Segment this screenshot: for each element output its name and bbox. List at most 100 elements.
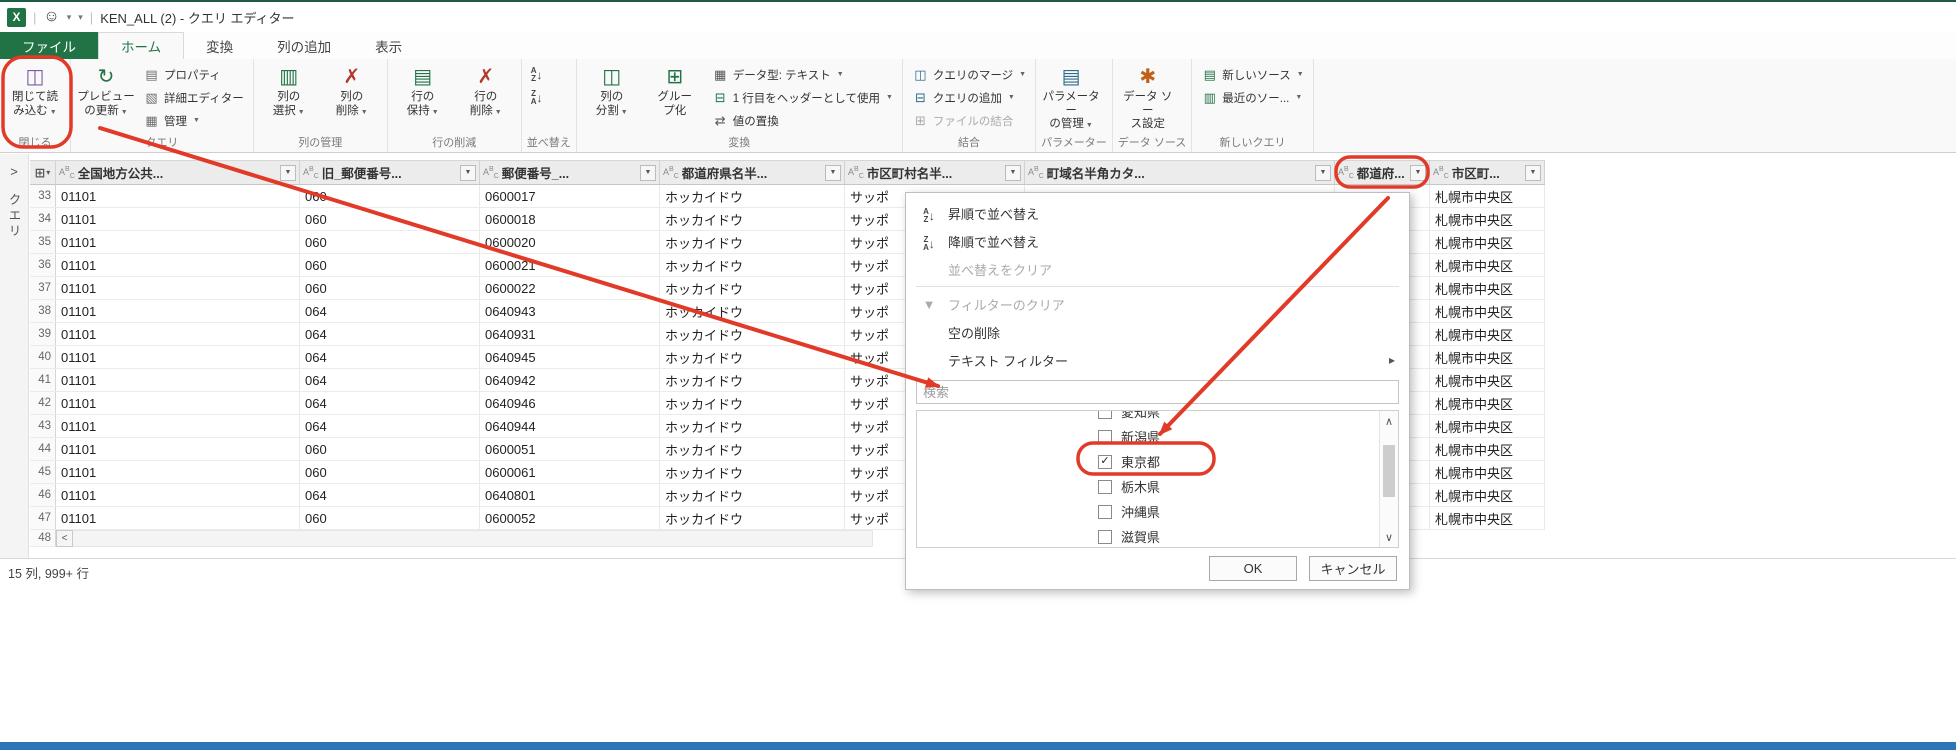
cell[interactable]: 01101 xyxy=(56,438,300,460)
cell[interactable]: 01101 xyxy=(56,277,300,299)
checkbox[interactable] xyxy=(1098,529,1112,544)
cell[interactable]: ホッカイドウ xyxy=(660,185,845,207)
cell[interactable]: 0640944 xyxy=(480,415,660,437)
cell[interactable]: ホッカイドウ xyxy=(660,208,845,230)
column-header-3[interactable]: ABC 郵便番号_... ▼ xyxy=(480,161,660,184)
remove-columns-button[interactable]: ✗ 列の 削除 ▼ xyxy=(322,61,382,119)
cell[interactable]: 01101 xyxy=(56,231,300,253)
manage-button[interactable]: ▦ 管理 ▼ xyxy=(139,109,204,132)
ribbon-tab-3[interactable]: 列の追加 xyxy=(255,32,353,59)
cell[interactable]: ホッカイドウ xyxy=(660,392,845,414)
new-source-button[interactable]: ▤ 新しいソース ▼ xyxy=(1197,63,1307,86)
append-queries-button[interactable]: ⊟ クエリの追加 ▼ xyxy=(908,86,1019,109)
cell[interactable]: ホッカイドウ xyxy=(660,507,845,529)
sort-descending-button[interactable]: Z A ↓ xyxy=(527,86,552,109)
cell[interactable]: 札幌市中央区 xyxy=(1430,323,1545,345)
cell[interactable]: 札幌市中央区 xyxy=(1430,231,1545,253)
expand-pane-icon[interactable]: > xyxy=(10,164,18,179)
cell[interactable]: 0640946 xyxy=(480,392,660,414)
cell[interactable]: 札幌市中央区 xyxy=(1430,300,1545,322)
checkbox[interactable] xyxy=(1098,429,1112,444)
feedback-smile-icon[interactable]: ☺ xyxy=(43,9,59,25)
keep-rows-button[interactable]: ▤ 行の 保持 ▼ xyxy=(393,61,453,119)
cell[interactable]: 060 xyxy=(300,185,480,207)
cell[interactable]: 01101 xyxy=(56,323,300,345)
cell[interactable]: 060 xyxy=(300,254,480,276)
data-source-settings-button[interactable]: ✱ データ ソー ス設定 xyxy=(1118,61,1178,132)
cell[interactable]: 0640801 xyxy=(480,484,660,506)
filter-dropdown-icon[interactable]: ▼ xyxy=(825,164,841,181)
column-header-1[interactable]: ABC 全国地方公共... ▼ xyxy=(56,161,300,184)
cell[interactable]: 0600052 xyxy=(480,507,660,529)
cell[interactable]: 0600021 xyxy=(480,254,660,276)
cell[interactable]: ホッカイドウ xyxy=(660,346,845,368)
checkbox[interactable] xyxy=(1098,504,1112,519)
checkbox[interactable] xyxy=(1098,411,1112,419)
filter-value-item[interactable]: 栃木県 xyxy=(1092,474,1376,499)
filter-dropdown-icon[interactable]: ▼ xyxy=(1315,164,1331,181)
filter-value-item[interactable]: ✓ 東京都 xyxy=(1092,449,1376,474)
horizontal-scrollbar[interactable] xyxy=(73,530,873,547)
cell[interactable]: 01101 xyxy=(56,208,300,230)
filter-value-item[interactable]: 愛知県 xyxy=(1092,411,1376,424)
cell[interactable]: 060 xyxy=(300,461,480,483)
cell[interactable]: 0600022 xyxy=(480,277,660,299)
cell[interactable]: 0600017 xyxy=(480,185,660,207)
remove-rows-button[interactable]: ✗ 行の 削除 ▼ xyxy=(456,61,516,119)
cell[interactable]: 0600061 xyxy=(480,461,660,483)
cell[interactable]: 0640942 xyxy=(480,369,660,391)
cell[interactable]: 060 xyxy=(300,231,480,253)
cell[interactable]: 札幌市中央区 xyxy=(1430,254,1545,276)
cell[interactable]: 064 xyxy=(300,346,480,368)
cell[interactable]: ホッカイドウ xyxy=(660,254,845,276)
ribbon-tab-1[interactable]: ホーム xyxy=(98,32,185,59)
cell[interactable]: 札幌市中央区 xyxy=(1430,369,1545,391)
ribbon-tab-4[interactable]: 表示 xyxy=(353,32,424,59)
cell[interactable]: 064 xyxy=(300,323,480,345)
close-and-load-button[interactable]: ◫ 閉じて読 み込む ▼ xyxy=(5,61,65,119)
filter-value-item[interactable]: 新潟県 xyxy=(1092,424,1376,449)
ribbon-tab-0[interactable]: ファイル xyxy=(0,32,98,59)
combine-files-button[interactable]: ⊞ ファイルの結合 xyxy=(908,109,1018,132)
cell[interactable]: ホッカイドウ xyxy=(660,415,845,437)
filter-dropdown-icon[interactable]: ▼ xyxy=(1005,164,1021,181)
filter-dropdown-icon[interactable]: ▼ xyxy=(1525,164,1541,181)
cell[interactable]: 01101 xyxy=(56,484,300,506)
text-filters-item[interactable]: テキスト フィルター ▸ xyxy=(914,346,1401,374)
cell[interactable]: 01101 xyxy=(56,346,300,368)
cell[interactable]: 064 xyxy=(300,369,480,391)
remove-empty-item[interactable]: 空の削除 xyxy=(914,318,1401,346)
cell[interactable]: ホッカイドウ xyxy=(660,277,845,299)
cell[interactable]: 01101 xyxy=(56,185,300,207)
cell[interactable]: 01101 xyxy=(56,461,300,483)
cell[interactable]: 札幌市中央区 xyxy=(1430,208,1545,230)
cell[interactable]: 札幌市中央区 xyxy=(1430,484,1545,506)
column-header-7[interactable]: ABC 都道府... ▼ xyxy=(1335,161,1430,184)
properties-button[interactable]: ▤ プロパティ xyxy=(139,63,225,86)
cell[interactable]: 札幌市中央区 xyxy=(1430,392,1545,414)
cell[interactable]: 0640931 xyxy=(480,323,660,345)
cell[interactable]: 01101 xyxy=(56,369,300,391)
cell[interactable]: ホッカイドウ xyxy=(660,438,845,460)
cell[interactable]: 札幌市中央区 xyxy=(1430,438,1545,460)
cancel-button[interactable]: キャンセル xyxy=(1309,556,1397,581)
sort-ascending-item[interactable]: A Z ↓ 昇順で並べ替え xyxy=(914,199,1401,227)
refresh-preview-button[interactable]: ↻ プレビュー の更新 ▼ xyxy=(76,61,136,119)
cell[interactable]: 札幌市中央区 xyxy=(1430,507,1545,529)
cell[interactable]: 064 xyxy=(300,484,480,506)
cell[interactable]: 060 xyxy=(300,507,480,529)
cell[interactable]: 札幌市中央区 xyxy=(1430,461,1545,483)
sort-descending-item[interactable]: Z A ↓ 降順で並べ替え xyxy=(914,227,1401,255)
cell[interactable]: 064 xyxy=(300,415,480,437)
filter-dropdown-icon[interactable]: ▼ xyxy=(280,164,296,181)
cell[interactable]: 札幌市中央区 xyxy=(1430,185,1545,207)
cell[interactable]: ホッカイドウ xyxy=(660,484,845,506)
cell[interactable]: ホッカイドウ xyxy=(660,323,845,345)
select-all-header[interactable]: ⊞ ▾ xyxy=(30,161,56,184)
cell[interactable]: 0600020 xyxy=(480,231,660,253)
cell[interactable]: 01101 xyxy=(56,415,300,437)
cell[interactable]: 064 xyxy=(300,392,480,414)
cell[interactable]: 札幌市中央区 xyxy=(1430,415,1545,437)
merge-queries-button[interactable]: ◫ クエリのマージ ▼ xyxy=(908,63,1030,86)
manage-parameters-button[interactable]: ▤ パラメーター の管理 ▼ xyxy=(1041,61,1101,133)
